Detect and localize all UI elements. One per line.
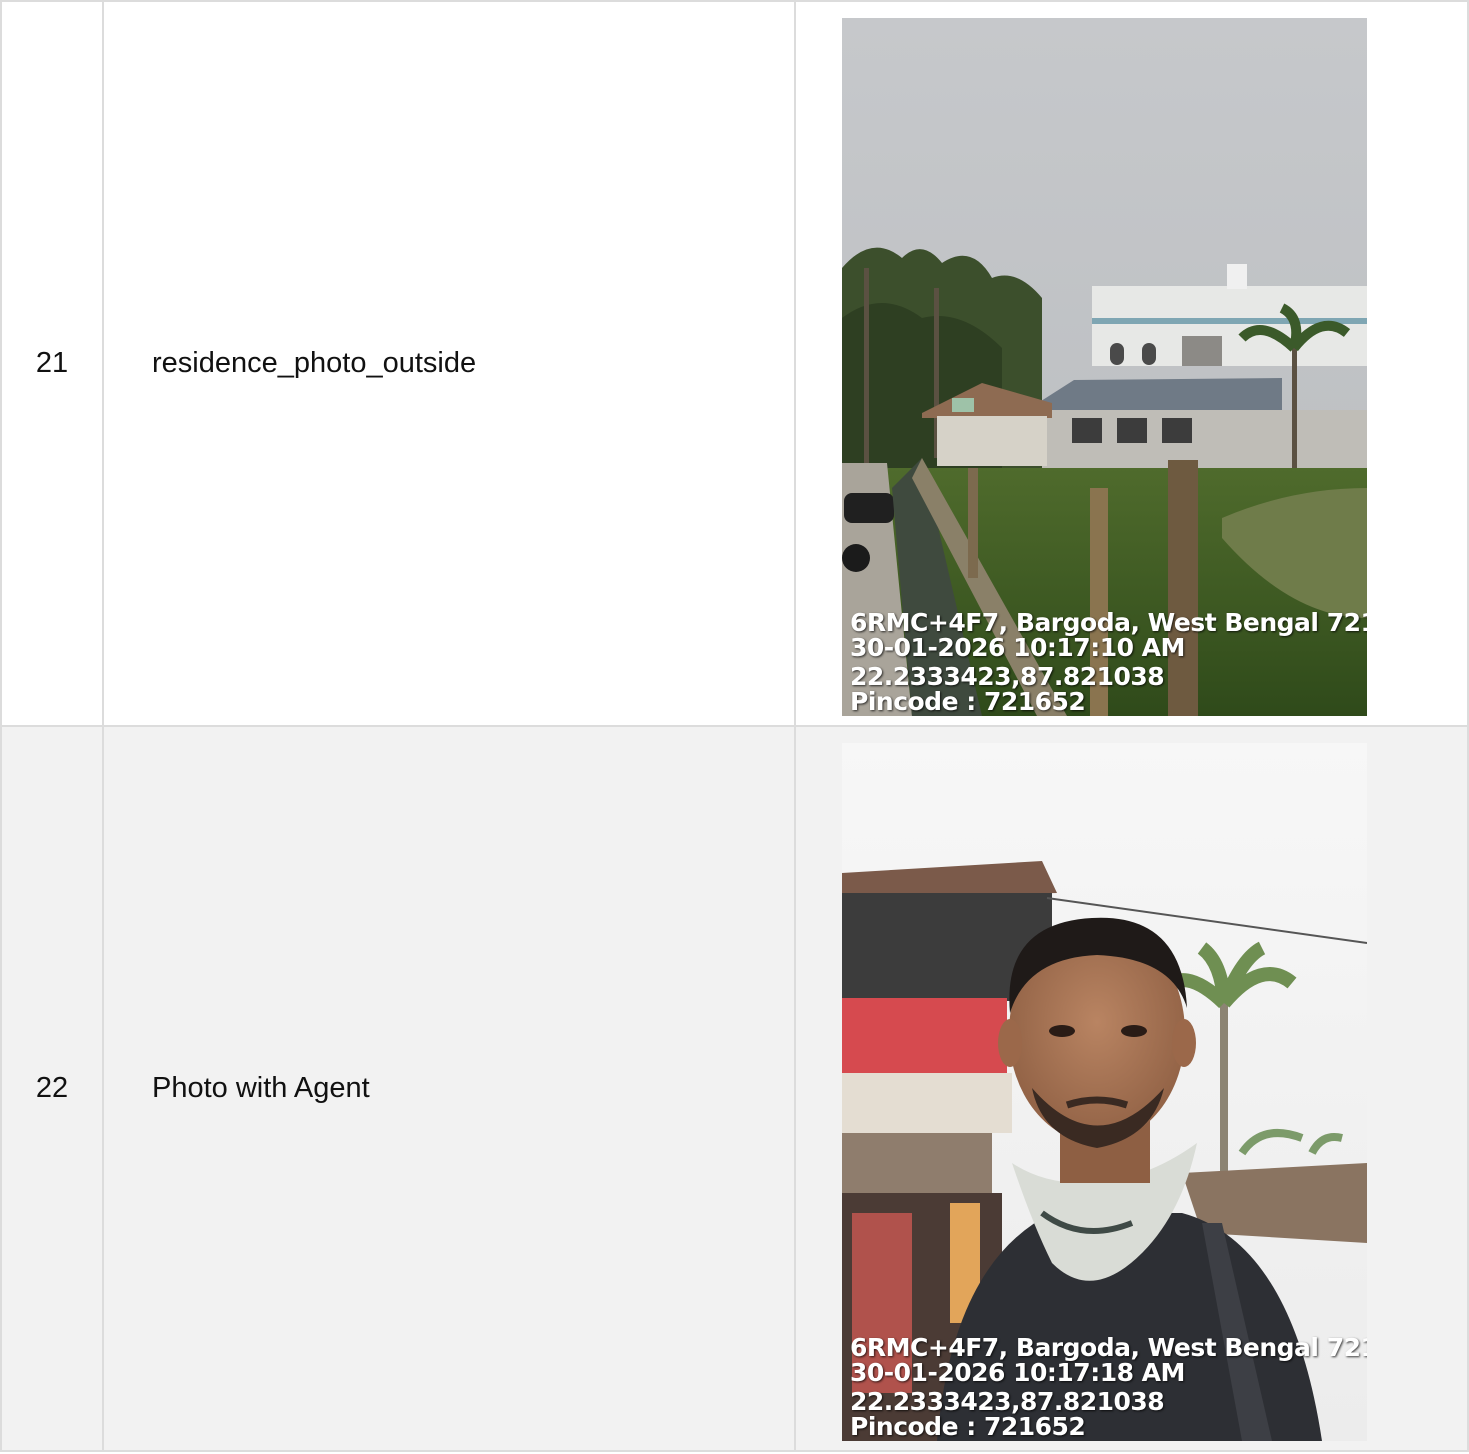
stamp-pincode: Pincode : 721652 xyxy=(850,687,1086,714)
photo-stamp: 6RMC+4F7, Bargoda, West Bengal 721652, I… xyxy=(850,610,1367,714)
stamp-address: 6RMC+4F7, Bargoda, West Bengal 721652, I… xyxy=(850,1335,1367,1362)
photo-cell: 6RMC+4F7, Bargoda, West Bengal 721652, I… xyxy=(794,0,1469,727)
stamp-pincode: Pincode : 721652 xyxy=(850,1412,1086,1439)
row-label: Photo with Agent xyxy=(102,725,796,1452)
table-row: 22 Photo with Agent 6RMC+4F7, Bargoda, W… xyxy=(0,725,1469,1452)
stamp-datetime: 30-01-2026 10:17:10 AM xyxy=(850,633,1185,662)
row-label: residence_photo_outside xyxy=(102,0,796,727)
residence-photo[interactable]: 6RMC+4F7, Bargoda, West Bengal 721652, I… xyxy=(842,18,1367,716)
table-row: 21 residence_photo_outside 6RMC+4F7, Bar… xyxy=(0,0,1469,727)
photo-cell: 6RMC+4F7, Bargoda, West Bengal 721652, I… xyxy=(794,725,1469,1452)
stamp-datetime: 30-01-2026 10:17:18 AM xyxy=(850,1358,1185,1387)
stamp-address: 6RMC+4F7, Bargoda, West Bengal 721652, I… xyxy=(850,610,1367,637)
photo-table: 21 residence_photo_outside 6RMC+4F7, Bar… xyxy=(0,0,1469,1452)
row-number: 22 xyxy=(0,725,104,1452)
row-number: 21 xyxy=(0,0,104,727)
agent-photo[interactable]: 6RMC+4F7, Bargoda, West Bengal 721652, I… xyxy=(842,743,1367,1441)
stamp-coordinates: 22.2333423,87.821038 xyxy=(850,1387,1165,1416)
photo-stamp: 6RMC+4F7, Bargoda, West Bengal 721652, I… xyxy=(850,1335,1367,1439)
stamp-coordinates: 22.2333423,87.821038 xyxy=(850,662,1165,691)
